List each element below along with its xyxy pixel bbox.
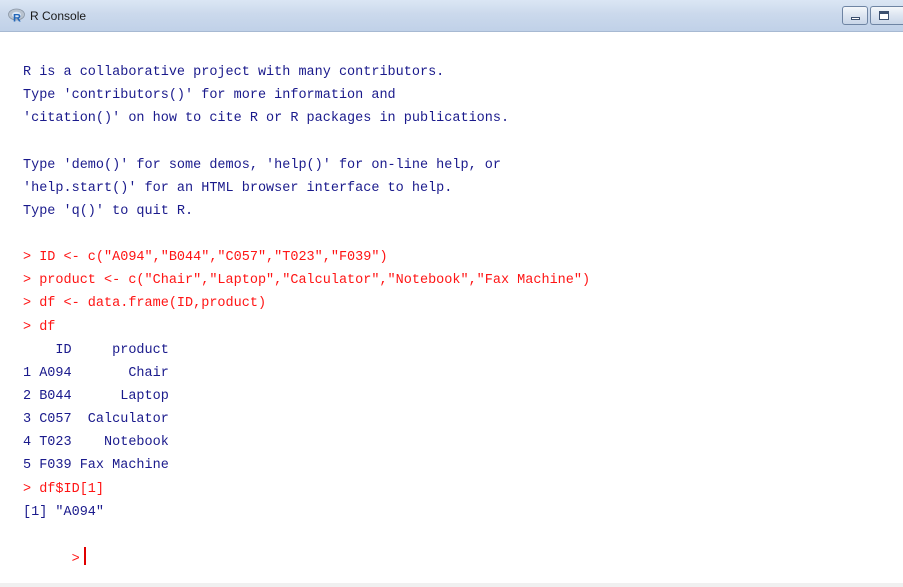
title-bar[interactable]: R R Console [0,0,903,32]
window-bottom-edge [0,583,903,587]
console-lines: R is a collaborative project with many c… [23,61,591,567]
console-output-line: Type 'q()' to quit R. [23,203,194,219]
maximize-button[interactable] [870,6,903,25]
minimize-button[interactable] [842,6,868,25]
console-output-line: 4 T023 Notebook [23,435,169,451]
console-output-line: ID product [23,342,169,358]
console-output-area[interactable]: R is a collaborative project with many c… [0,32,903,587]
minimize-icon [851,17,860,20]
console-output-line: R is a collaborative project with many c… [23,65,445,80]
console-output-line: [1] "A094" [23,504,105,520]
console-output-line: 2 B044 Laptop [23,388,169,404]
console-output-line: 3 C057 Calculator [23,412,169,428]
r-logo-icon: R [8,8,25,25]
console-output-line: Type 'contributors()' for more informati… [23,88,396,104]
console-output-line: 'citation()' on how to cite R or R packa… [23,111,510,127]
console-command-line: > df$ID[1] [23,481,105,497]
text-cursor [83,546,86,565]
console-output-line: Type 'demo()' for some demos, 'help()' f… [23,157,501,173]
maximize-icon [879,11,889,20]
console-command-line: > df [23,319,56,335]
window-title: R Console [30,9,87,23]
prompt-symbol: > [71,551,80,567]
console-output-line: 5 F039 Fax Machine [23,458,169,474]
console-command-line: > df <- data.frame(ID,product) [23,296,267,312]
console-output-line: 1 A094 Chair [23,365,169,381]
input-prompt-line[interactable]: > [23,524,590,567]
console-command-line: > ID <- c("A094","B044","C057","T023","F… [23,250,388,266]
svg-text:R: R [13,13,21,24]
console-command-line: > product <- c("Chair","Laptop","Calcula… [23,273,591,289]
console-output-line: 'help.start()' for an HTML browser inter… [23,180,453,196]
